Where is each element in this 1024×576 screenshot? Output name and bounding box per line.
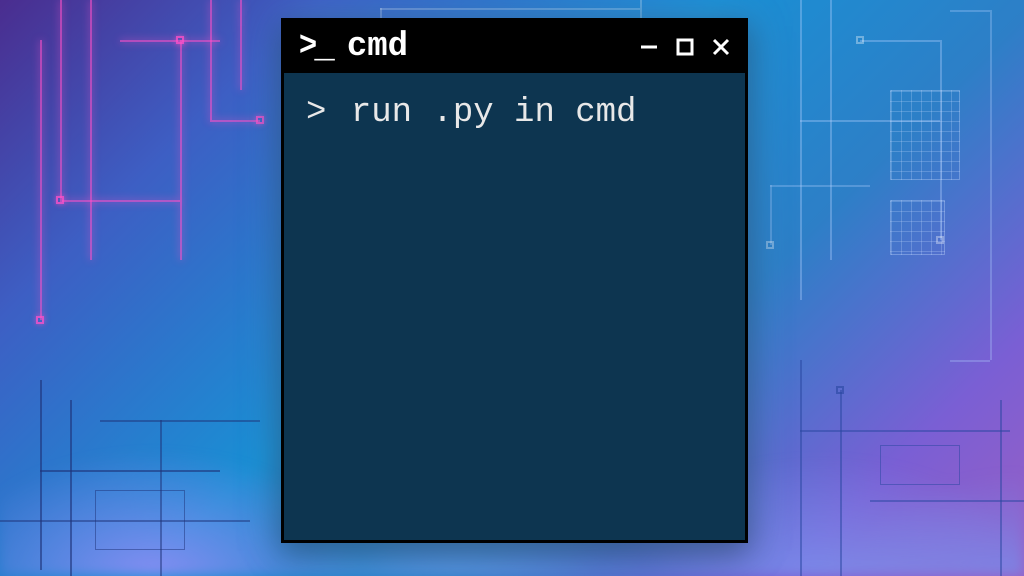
close-button[interactable] xyxy=(707,33,735,61)
titlebar[interactable]: >_ cmd xyxy=(284,21,745,73)
terminal-body[interactable]: > run .py in cmd xyxy=(284,73,745,540)
close-icon xyxy=(710,36,732,58)
command-text: run .py in cmd xyxy=(351,94,637,132)
minimize-button[interactable] xyxy=(635,33,663,61)
prompt-symbol: > xyxy=(306,94,326,132)
window-controls xyxy=(635,33,735,61)
terminal-window: >_ cmd > run .py in cmd xyxy=(281,18,748,543)
terminal-line: > run .py in cmd xyxy=(306,91,723,137)
prompt-icon: >_ xyxy=(298,30,333,64)
maximize-icon xyxy=(674,36,696,58)
minimize-icon xyxy=(638,36,660,58)
maximize-button[interactable] xyxy=(671,33,699,61)
window-title: cmd xyxy=(347,28,627,66)
